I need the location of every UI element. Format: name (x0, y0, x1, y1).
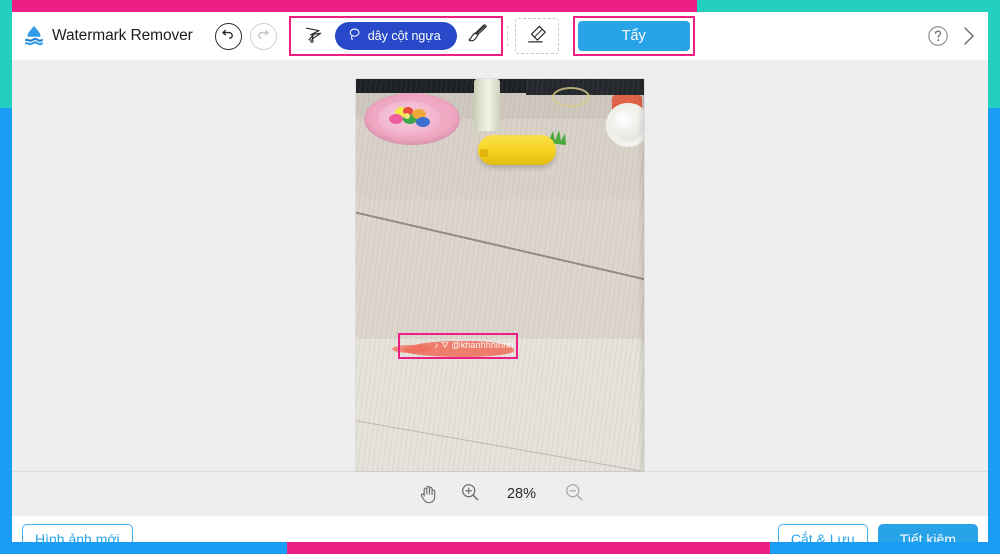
zoom-in-button[interactable] (460, 482, 480, 507)
save-button[interactable]: Tiết kiệm (877, 524, 978, 542)
app-footer: Hình ảnh mới Cắt & Lưu Tiết kiệm (12, 516, 988, 542)
polygon-lasso-icon (304, 24, 324, 49)
frame-bar-top-pink (0, 0, 697, 12)
lasso-selection-pill-button[interactable]: dây cột ngựa (334, 22, 457, 50)
magnifier-minus-icon (564, 482, 584, 507)
magnifier-plus-icon (460, 482, 480, 507)
frame-bar-left-blue (0, 108, 12, 554)
crop-and-save-button[interactable]: Cắt & Lưu (777, 524, 868, 542)
frame-bar-bottom-blue-right (770, 542, 1000, 554)
polygon-lasso-tool-button[interactable] (297, 21, 331, 51)
erase-button-highlight: Tẩy (572, 16, 695, 56)
lasso-icon (348, 27, 362, 44)
photo-pineapple-clip (480, 149, 488, 157)
brush-tool-button[interactable] (461, 21, 495, 51)
watermark-selection-box[interactable] (398, 333, 518, 359)
frame-bar-right-blue (988, 108, 1000, 554)
frame-bar-bottom-pink (287, 542, 770, 554)
brand: Watermark Remover (12, 24, 193, 48)
hand-pan-icon[interactable] (417, 484, 438, 505)
tool-separator (506, 26, 509, 46)
question-mark-circle-icon[interactable] (926, 24, 950, 48)
zoom-toolbar: 28% (12, 471, 988, 516)
app-header: Watermark Remover dây cột ngựa Tẩy (12, 12, 988, 60)
app-title: Watermark Remover (52, 27, 193, 44)
header-right-controls (926, 24, 988, 48)
water-drop-waves-logo (22, 24, 46, 48)
zoom-out-button[interactable] (564, 482, 584, 507)
chevron-right-icon[interactable] (960, 24, 978, 48)
frame-bar-right-teal (988, 0, 1000, 108)
eraser-tool-button[interactable] (514, 18, 559, 54)
photo-edge-shadow (638, 79, 644, 471)
canvas-area[interactable]: ♪ ⛛ @khanhhhinnn (12, 60, 988, 471)
footer-actions: Cắt & Lưu Tiết kiệm (777, 524, 978, 542)
new-image-button[interactable]: Hình ảnh mới (22, 524, 133, 542)
redo-button[interactable] (249, 22, 277, 50)
frame-bar-bottom-blue-left (0, 542, 287, 554)
zoom-level-value: 28% (506, 486, 537, 502)
eraser-icon (526, 23, 548, 50)
paintbrush-icon (467, 23, 488, 49)
lasso-selection-pill-label: dây cột ngựa (367, 28, 441, 43)
photo-lotion-tube-object (474, 79, 500, 131)
image-canvas[interactable]: ♪ ⛛ @khanhhhinnn (356, 79, 644, 471)
photo-pineapple-case-object (478, 135, 556, 165)
history-controls (214, 22, 277, 50)
selection-tools-highlight: dây cột ngựa (288, 16, 503, 56)
frame-bar-top-teal (697, 0, 1000, 12)
tool-cluster: dây cột ngựa Tẩy (288, 16, 695, 56)
undo-arrow-icon (221, 27, 235, 46)
redo-arrow-icon (256, 27, 270, 46)
photo-plate-flower (388, 103, 432, 131)
frame-bar-left-teal (0, 0, 12, 108)
app-window: Watermark Remover dây cột ngựa Tẩy ♪ ⛛ @… (12, 12, 988, 542)
undo-button[interactable] (214, 22, 242, 50)
erase-button[interactable]: Tẩy (577, 21, 690, 51)
